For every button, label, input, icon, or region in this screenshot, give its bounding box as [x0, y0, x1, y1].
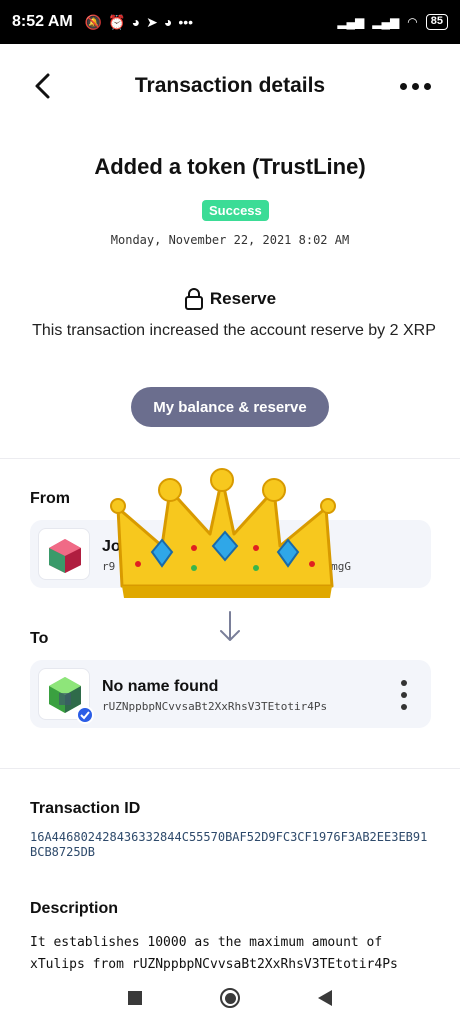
signal-icon: ▂▄▆	[337, 15, 365, 29]
arrow-down-icon	[220, 611, 240, 641]
status-badge: Success	[202, 200, 269, 221]
more-vertical-icon	[401, 680, 407, 686]
reserve-description: This transaction increased the account r…	[32, 322, 436, 339]
crown-sticker-icon	[110, 468, 336, 598]
square-icon[interactable]	[128, 991, 142, 1005]
to-account-menu-button[interactable]	[401, 680, 409, 710]
to-account-address: rUZNppbpNCvvsaBt2XxRhsV3TEtotir4Ps	[102, 700, 328, 713]
more-options-button[interactable]	[400, 74, 436, 98]
from-label: From	[30, 490, 70, 507]
transaction-id-value[interactable]: 16A446802428436332844C55570BAF52D9FC3CF1…	[30, 830, 434, 860]
home-circle-icon[interactable]	[220, 988, 240, 1008]
more-horizontal-icon	[400, 82, 407, 90]
discord-icon: ◕	[131, 14, 141, 30]
reserve-heading: Reserve	[0, 288, 460, 310]
reserve-label: Reserve	[209, 289, 277, 308]
description-text: It establishes 10000 as the maximum amou…	[30, 935, 398, 972]
alarm-icon: ⏰	[108, 13, 126, 30]
more-notifications-icon: •••	[178, 14, 194, 30]
lock-icon	[184, 288, 203, 310]
chevron-left-icon	[35, 73, 50, 99]
transaction-title: Added a token (TrustLine)	[94, 154, 366, 179]
account-identicon	[49, 539, 81, 573]
telegram-icon: ➤	[146, 13, 158, 30]
triangle-back-icon[interactable]	[318, 990, 332, 1006]
to-account-name: No name found	[102, 678, 219, 695]
wifi-icon: ◠	[407, 15, 418, 29]
signal-icon: ▂▄▆	[372, 15, 400, 29]
page-title: Transaction details	[134, 74, 326, 97]
status-time: 8:52 AM	[12, 13, 73, 30]
balance-reserve-button[interactable]: My balance & reserve	[131, 387, 329, 427]
to-account-card[interactable]: No name found rUZNppbpNCvvsaBt2XxRhsV3TE…	[30, 660, 431, 728]
app-header: Transaction details	[0, 44, 460, 128]
transaction-timestamp: Monday, November 22, 2021 8:02 AM	[110, 233, 350, 247]
transaction-id-label: Transaction ID	[30, 800, 141, 817]
back-button[interactable]	[28, 70, 58, 102]
divider	[0, 768, 460, 769]
status-bar: 8:52 AM 🔕 ⏰ ◕ ➤ ◕ ••• ▂▄▆ ▂▄▆ ◠ 85	[0, 0, 460, 44]
system-nav-bar	[0, 972, 460, 1024]
to-label: To	[30, 630, 49, 647]
notification-icons: 🔕 ⏰ ◕ ➤ ◕ •••	[85, 14, 193, 31]
battery-indicator: 85	[425, 14, 448, 30]
verified-badge-icon	[76, 706, 94, 724]
description-label: Description	[30, 900, 119, 917]
from-avatar	[38, 528, 90, 580]
mute-icon: 🔕	[84, 13, 103, 30]
divider	[0, 458, 460, 459]
discord-icon: ◕	[163, 14, 173, 30]
